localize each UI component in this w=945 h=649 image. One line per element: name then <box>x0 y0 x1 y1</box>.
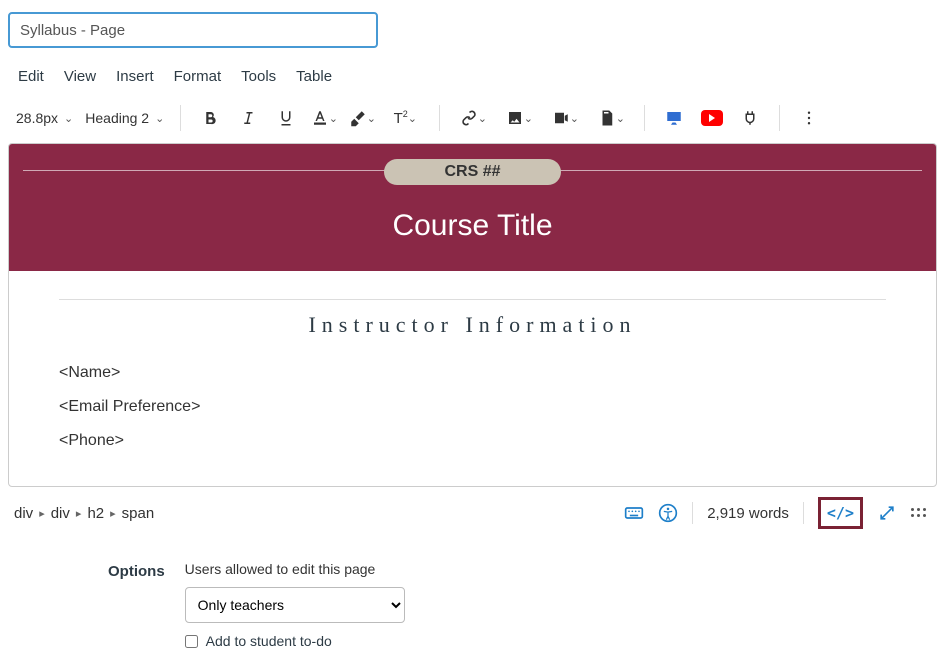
italic-button[interactable] <box>233 103 263 133</box>
toolbar-divider <box>180 105 181 131</box>
instructor-info-heading: Instructor Information <box>59 312 886 338</box>
breadcrumb-item[interactable]: span <box>122 505 155 522</box>
todo-checkbox[interactable] <box>185 635 198 648</box>
section-divider <box>59 299 886 300</box>
menu-edit[interactable]: Edit <box>18 68 44 85</box>
bold-button[interactable] <box>195 103 225 133</box>
app-presentation-icon[interactable] <box>659 103 689 133</box>
plugin-icon[interactable] <box>735 103 765 133</box>
breadcrumb-item[interactable]: div <box>14 505 33 522</box>
superscript-button[interactable]: T2⌄ <box>385 103 425 133</box>
highlight-button[interactable]: ⌄ <box>347 103 377 133</box>
options-caption: Users allowed to edit this page <box>185 561 405 577</box>
breadcrumb-item[interactable]: h2 <box>87 505 104 522</box>
block-format-select[interactable]: Heading 2⌄ <box>83 106 166 130</box>
toolbar-divider <box>779 105 780 131</box>
chevron-down-icon: ⌄ <box>524 112 533 125</box>
todo-checkbox-label: Add to student to-do <box>206 633 332 649</box>
keyboard-icon[interactable] <box>624 503 644 523</box>
instructor-name-field: <Name> <box>59 364 886 382</box>
media-button[interactable]: ⌄ <box>546 103 584 133</box>
fullscreen-icon[interactable] <box>877 503 897 523</box>
editor-content-frame[interactable]: CRS ## Course Title Instructor Informati… <box>8 143 937 487</box>
todo-checkbox-row[interactable]: Add to student to-do <box>185 633 405 649</box>
instructor-email-field: <Email Preference> <box>59 398 886 416</box>
content-body: Instructor Information <Name> <Email Pre… <box>9 271 936 486</box>
chevron-down-icon: ⌄ <box>329 112 338 125</box>
options-label: Options <box>108 561 165 580</box>
chevron-down-icon: ⌄ <box>155 112 164 125</box>
toolbar-divider <box>439 105 440 131</box>
editor-status-bar: div▸ div▸ h2▸ span 2,919 words </> <box>0 487 945 537</box>
more-vertical-icon[interactable] <box>794 103 824 133</box>
chevron-down-icon: ⌄ <box>478 112 487 125</box>
text-color-button[interactable]: ⌄ <box>309 103 339 133</box>
resize-grip-icon[interactable] <box>911 508 927 518</box>
chevron-down-icon: ⌄ <box>570 112 579 125</box>
youtube-icon[interactable] <box>697 103 727 133</box>
course-title-heading: Course Title <box>9 209 936 243</box>
image-button[interactable]: ⌄ <box>500 103 538 133</box>
menu-insert[interactable]: Insert <box>116 68 154 85</box>
document-button[interactable]: ⌄ <box>592 103 630 133</box>
options-section: Options Users allowed to edit this page … <box>0 537 945 649</box>
menu-view[interactable]: View <box>64 68 96 85</box>
instructor-phone-field: <Phone> <box>59 432 886 450</box>
edit-permissions-select[interactable]: Only teachers <box>185 587 405 623</box>
toolbar-divider <box>644 105 645 131</box>
course-number-pill: CRS ## <box>384 159 560 185</box>
course-banner: CRS ## Course Title <box>9 144 936 271</box>
menu-tools[interactable]: Tools <box>241 68 276 85</box>
accessibility-icon[interactable] <box>658 503 678 523</box>
editor-toolbar: 28.8px⌄ Heading 2⌄ ⌄ ⌄ T2⌄ ⌄ ⌄ ⌄ ⌄ <box>0 99 945 143</box>
page-title-input[interactable] <box>8 12 378 48</box>
chevron-down-icon: ⌄ <box>616 112 625 125</box>
chevron-down-icon: ⌄ <box>367 112 376 125</box>
html-editor-button[interactable]: </> <box>818 497 863 529</box>
element-breadcrumb[interactable]: div▸ div▸ h2▸ span <box>14 505 624 522</box>
breadcrumb-item[interactable]: div <box>51 505 70 522</box>
word-count[interactable]: 2,919 words <box>707 505 789 522</box>
chevron-down-icon: ⌄ <box>408 112 417 125</box>
link-button[interactable]: ⌄ <box>454 103 492 133</box>
chevron-down-icon: ⌄ <box>64 112 73 125</box>
menu-table[interactable]: Table <box>296 68 332 85</box>
underline-button[interactable] <box>271 103 301 133</box>
menu-format[interactable]: Format <box>174 68 222 85</box>
editor-menubar: Edit View Insert Format Tools Table <box>0 68 945 99</box>
font-size-select[interactable]: 28.8px⌄ <box>14 106 75 130</box>
